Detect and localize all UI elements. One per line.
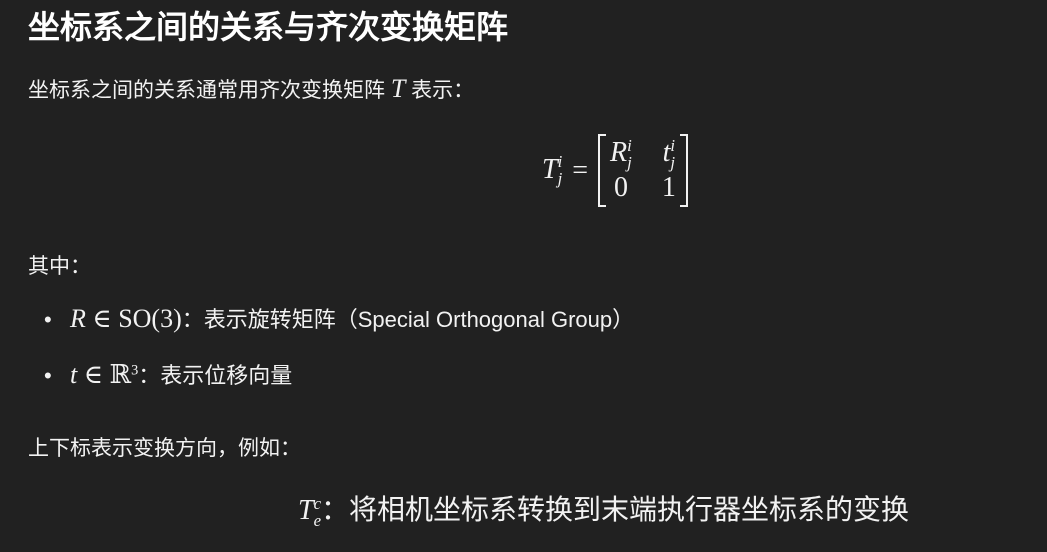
- matrix-cell-r: Rij: [610, 135, 632, 172]
- transform-matrix-equation: Tij = Rij tij 0 1: [542, 134, 688, 208]
- list-item: • t ∈ ℝ3：表示位移向量: [44, 360, 293, 389]
- matrix-cell-t: tij: [662, 135, 676, 172]
- page-title: 坐标系之间的关系与齐次变换矩阵: [28, 9, 509, 45]
- example-intro: 上下标表示变换方向，例如：: [28, 437, 301, 460]
- intro-symbol: T: [390, 74, 406, 103]
- intro-text: 坐标系之间的关系通常用齐次变换矩阵: [28, 79, 385, 102]
- example-line: Tc e ：将相机坐标系转换到末端执行器坐标系的变换: [298, 488, 909, 529]
- list-item: • R ∈ SO(3)：表示旋转矩阵（Special Orthogonal Gr…: [44, 304, 635, 333]
- example-symbol: Tce: [298, 493, 322, 530]
- matrix-cell-one: 1: [661, 172, 676, 204]
- matrix: Rij tij 0 1: [598, 134, 688, 208]
- example-text: ：将相机坐标系转换到末端执行器坐标系的变换: [321, 494, 910, 525]
- intro-paragraph: 坐标系之间的关系通常用齐次变换矩阵 T 表示：: [28, 74, 474, 104]
- intro-suffix: 表示：: [411, 79, 475, 102]
- matrix-cell-zero: 0: [613, 172, 628, 204]
- matrix-lhs: Tij: [542, 152, 563, 189]
- equals-sign: =: [572, 154, 589, 186]
- where-label: 其中：: [28, 255, 91, 278]
